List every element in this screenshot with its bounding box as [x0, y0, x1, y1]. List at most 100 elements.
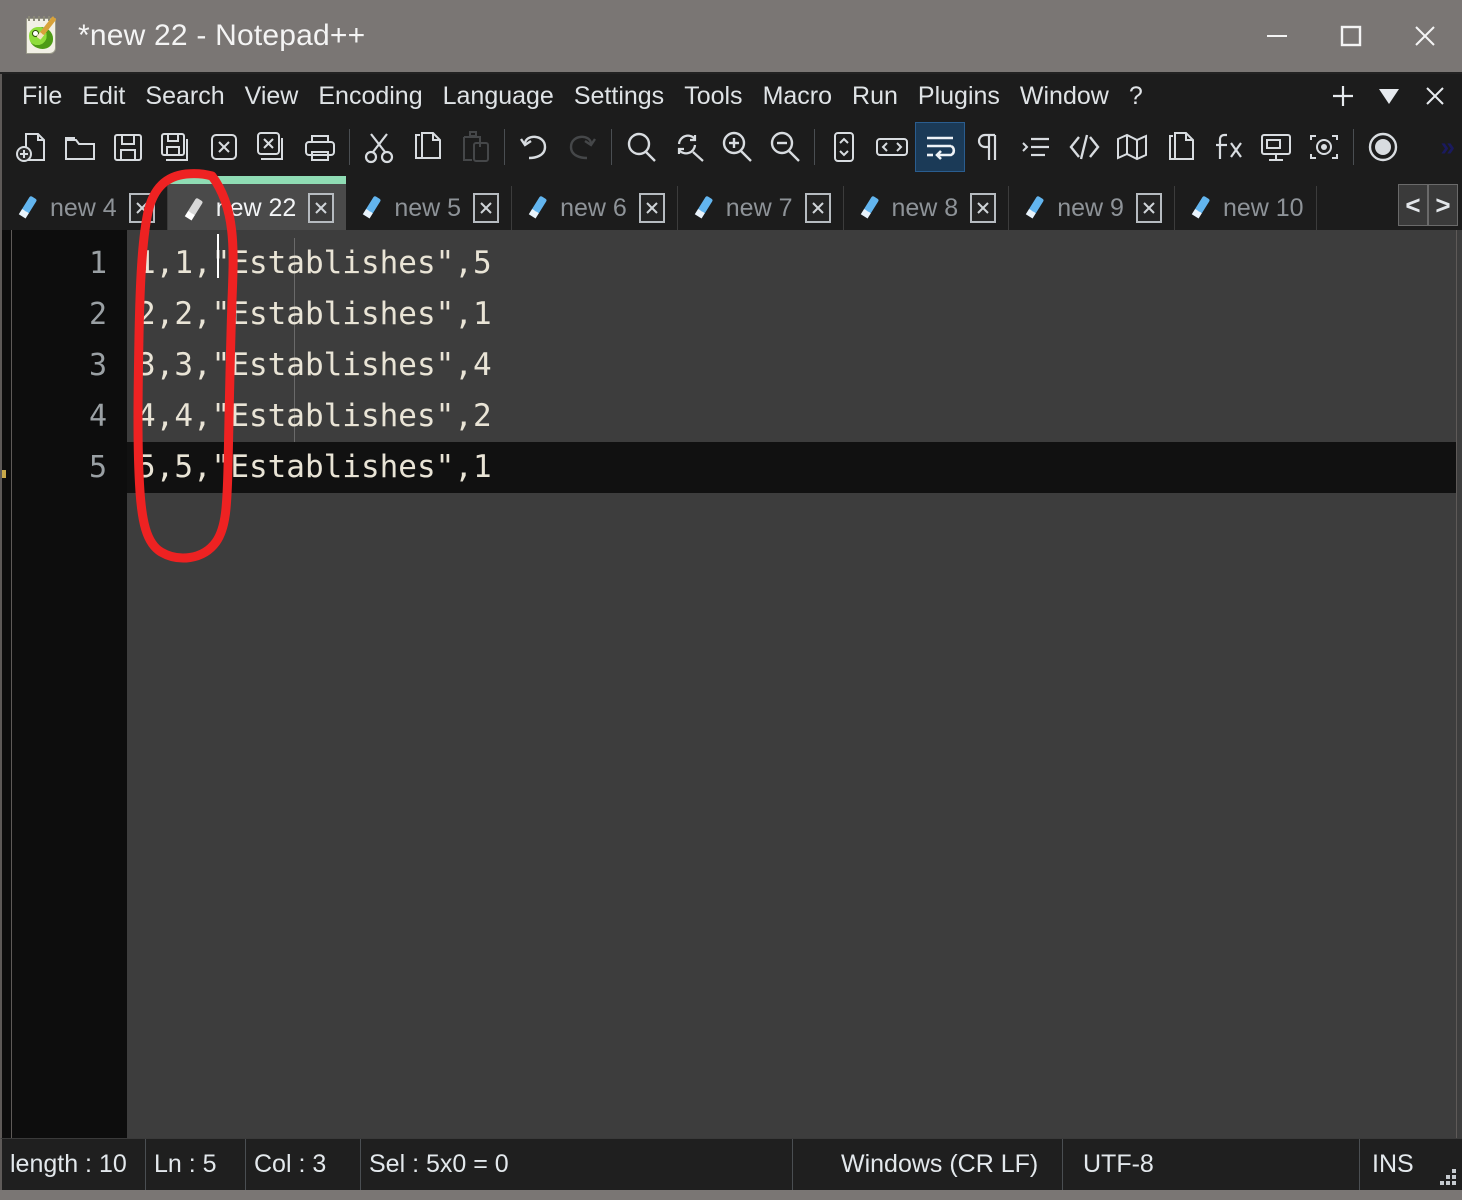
- macro-record-icon[interactable]: [1359, 123, 1407, 171]
- redo-icon[interactable]: [558, 123, 606, 171]
- line-number-gutter: 1 2 3 4 5: [12, 230, 127, 1138]
- menu-language[interactable]: Language: [433, 80, 564, 113]
- menu-help[interactable]: ?: [1119, 80, 1153, 113]
- tab-new-22[interactable]: new 22: [167, 176, 347, 230]
- toolbar-separator: [611, 129, 612, 165]
- line-number: 2: [88, 297, 107, 332]
- toolbar-overflow-icon[interactable]: »: [1441, 132, 1456, 163]
- pencil-icon: [1023, 195, 1049, 221]
- bookmark-margin[interactable]: [2, 230, 12, 1138]
- maximize-icon[interactable]: [1314, 0, 1388, 73]
- bookmark-marker: [2, 470, 6, 478]
- menu-tools[interactable]: Tools: [674, 80, 752, 113]
- toolbar-separator: [349, 129, 350, 165]
- code-line[interactable]: 2,2,"Establishes",1: [127, 289, 1462, 340]
- close-file-icon[interactable]: [200, 123, 248, 171]
- indent-guide-icon[interactable]: [1012, 123, 1060, 171]
- menu-macro[interactable]: Macro: [753, 80, 842, 113]
- tab-new-8[interactable]: new 8: [844, 186, 1010, 230]
- zoom-out-icon[interactable]: [761, 123, 809, 171]
- monitoring-icon[interactable]: [1300, 123, 1348, 171]
- add-tab-button[interactable]: [1330, 83, 1356, 109]
- tab-scroll-left-button[interactable]: <: [1398, 184, 1428, 226]
- menu-search[interactable]: Search: [135, 80, 234, 113]
- tab-new-4[interactable]: new 4: [2, 186, 168, 230]
- code-text-area[interactable]: 1,1,"Establishes",5 2,2,"Establishes",1 …: [127, 230, 1462, 1138]
- tab-label: new 6: [560, 193, 627, 222]
- tab-scroll-right-button[interactable]: >: [1428, 184, 1458, 226]
- folder-as-workspace-icon[interactable]: [1252, 123, 1300, 171]
- tab-close-icon[interactable]: [308, 193, 335, 223]
- tab-close-icon[interactable]: [473, 193, 500, 223]
- pencil-icon: [1189, 195, 1215, 221]
- undo-icon[interactable]: [510, 123, 558, 171]
- menubar-right-controls: [1330, 74, 1448, 118]
- word-wrap-icon[interactable]: [915, 122, 965, 172]
- find-icon[interactable]: [617, 123, 665, 171]
- paste-icon[interactable]: [451, 123, 499, 171]
- user-defined-language-icon[interactable]: [1060, 123, 1108, 171]
- menu-settings[interactable]: Settings: [564, 80, 674, 113]
- tab-new-10[interactable]: new 10: [1175, 186, 1317, 230]
- status-eol[interactable]: Windows (CR LF): [793, 1139, 1063, 1190]
- status-insert-mode[interactable]: INS: [1360, 1139, 1422, 1190]
- replace-icon[interactable]: [665, 123, 713, 171]
- status-encoding[interactable]: UTF-8: [1063, 1139, 1360, 1190]
- menu-file[interactable]: File: [12, 80, 72, 113]
- save-icon[interactable]: [104, 123, 152, 171]
- vertical-scrollbar[interactable]: [1456, 230, 1462, 1138]
- open-file-icon[interactable]: [56, 123, 104, 171]
- sync-vertical-scroll-icon[interactable]: [820, 123, 868, 171]
- code-line[interactable]: 3,3,"Establishes",4: [127, 340, 1462, 391]
- tab-new-6[interactable]: new 6: [512, 186, 678, 230]
- show-all-characters-icon[interactable]: [964, 123, 1012, 171]
- tab-close-icon[interactable]: [970, 193, 997, 223]
- tab-scroll-buttons: < >: [1398, 184, 1458, 226]
- toolbar: »: [0, 118, 1462, 176]
- tab-new-7[interactable]: new 7: [678, 186, 844, 230]
- tab-new-5[interactable]: new 5: [346, 186, 513, 230]
- copy-icon[interactable]: [403, 123, 451, 171]
- close-icon[interactable]: [1388, 0, 1462, 73]
- minimize-icon[interactable]: [1240, 0, 1314, 73]
- new-file-icon[interactable]: [8, 123, 56, 171]
- tab-label: new 7: [725, 193, 793, 222]
- tab-close-icon[interactable]: [1135, 193, 1162, 223]
- line-number: 5: [88, 450, 107, 485]
- close-document-button[interactable]: [1422, 83, 1448, 109]
- function-list-icon[interactable]: [1204, 123, 1252, 171]
- menu-plugins[interactable]: Plugins: [908, 80, 1010, 113]
- tab-label: new 4: [50, 193, 117, 222]
- tab-new-9[interactable]: new 9: [1009, 186, 1175, 230]
- zoom-in-icon[interactable]: [713, 123, 761, 171]
- window-controls: [1240, 0, 1462, 72]
- menu-run[interactable]: Run: [842, 80, 908, 113]
- menu-encoding[interactable]: Encoding: [308, 80, 432, 113]
- menu-edit[interactable]: Edit: [72, 80, 135, 113]
- code-line[interactable]: 4,4,"Establishes",2: [127, 391, 1462, 442]
- tab-close-icon[interactable]: [804, 193, 831, 223]
- resize-grip-icon[interactable]: [1438, 1167, 1456, 1185]
- title-bar: *new 22 - Notepad++: [0, 0, 1462, 74]
- tab-close-icon[interactable]: [638, 193, 665, 223]
- tab-label: new 8: [891, 193, 959, 222]
- tab-close-icon[interactable]: [128, 193, 155, 223]
- status-bar: length : 10 Ln : 5 Col : 3 Sel : 5x0 = 0…: [0, 1138, 1462, 1190]
- window-title: *new 22 - Notepad++: [78, 19, 366, 52]
- status-selection: Sel : 5x0 = 0: [361, 1139, 793, 1190]
- document-map-icon[interactable]: [1108, 123, 1156, 171]
- tab-list-dropdown-icon[interactable]: [1376, 83, 1402, 109]
- code-line[interactable]: 1,1,"Establishes",5: [127, 238, 1462, 289]
- close-all-files-icon[interactable]: [248, 123, 296, 171]
- code-line-current[interactable]: 5,5,"Establishes",1: [127, 442, 1462, 493]
- status-length: length : 10: [2, 1139, 146, 1190]
- document-list-icon[interactable]: [1156, 123, 1204, 171]
- editor-area[interactable]: 1 2 3 4 5 1,1,"Establishes",5 2,2,"Estab…: [0, 230, 1462, 1138]
- sync-horizontal-scroll-icon[interactable]: [868, 123, 916, 171]
- cut-icon[interactable]: [355, 123, 403, 171]
- menu-window[interactable]: Window: [1010, 80, 1119, 113]
- menu-view[interactable]: View: [235, 80, 309, 113]
- print-icon[interactable]: [296, 123, 344, 171]
- pencil-icon: [360, 195, 386, 221]
- save-all-icon[interactable]: [152, 123, 200, 171]
